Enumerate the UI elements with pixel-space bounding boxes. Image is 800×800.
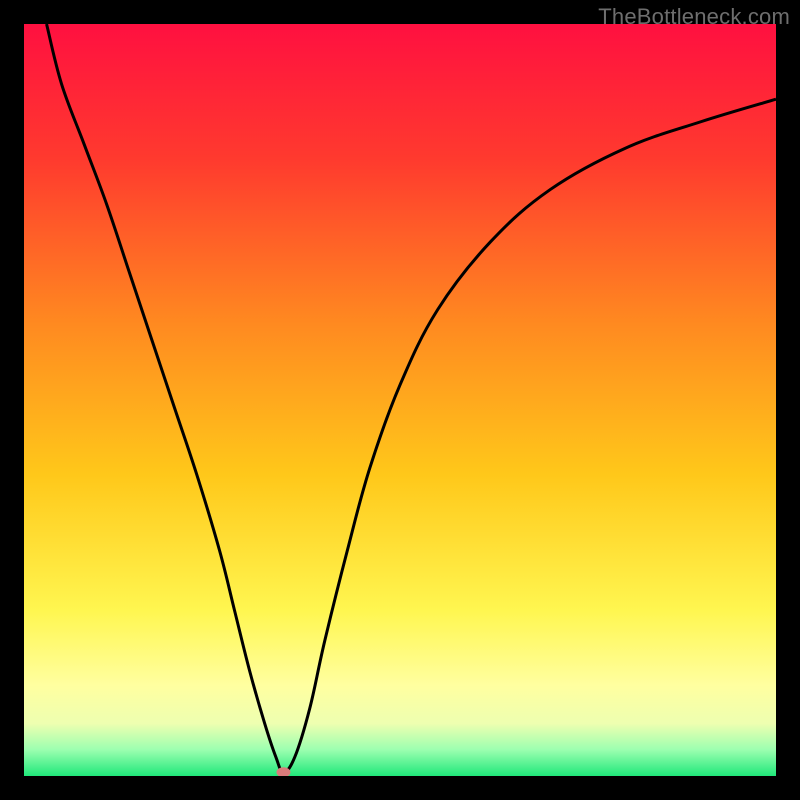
attribution-label: TheBottleneck.com	[598, 4, 790, 30]
gradient-background	[24, 24, 776, 776]
plot-area	[24, 24, 776, 776]
bottleneck-chart	[24, 24, 776, 776]
chart-frame: TheBottleneck.com	[0, 0, 800, 800]
